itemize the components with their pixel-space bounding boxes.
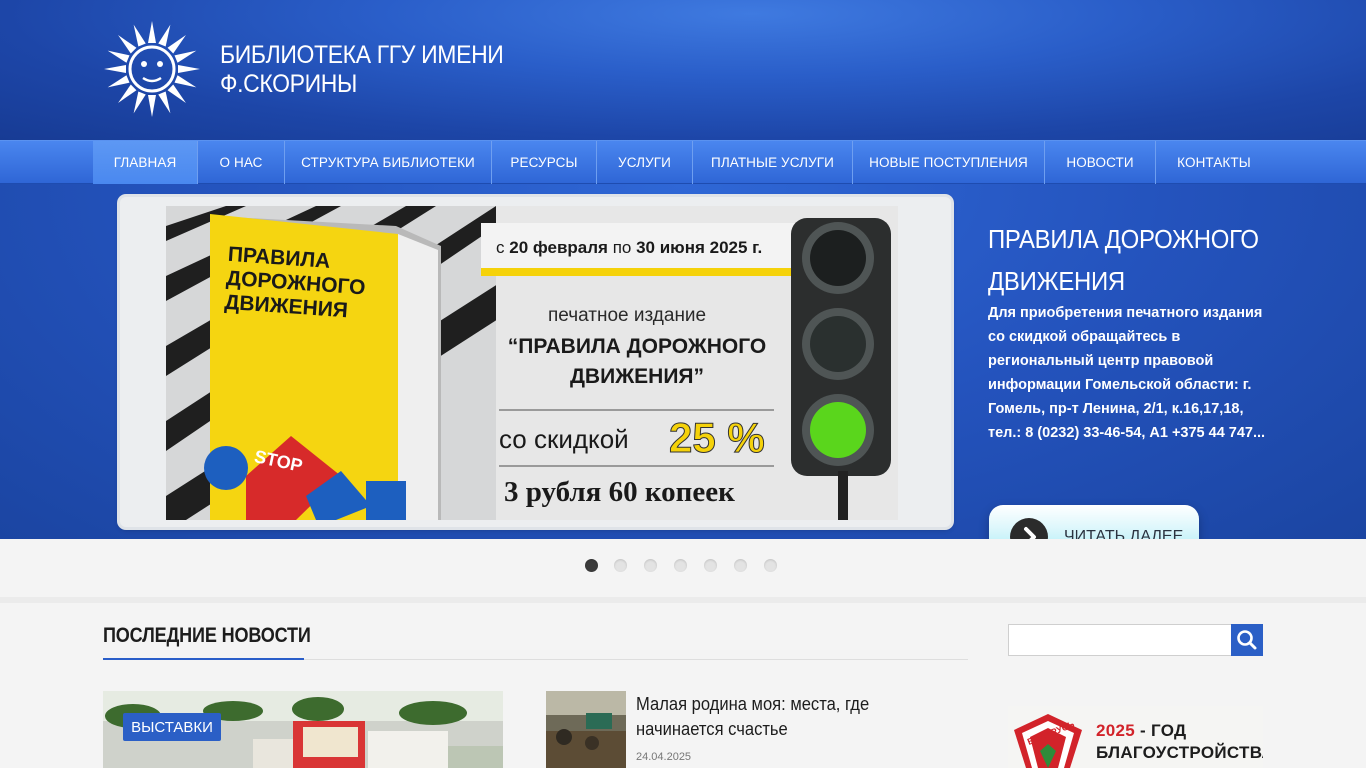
banner-line1-rest: - ГОД <box>1135 721 1187 740</box>
date-to: 30 июня <box>636 238 705 257</box>
edition-title-1: “ПРАВИЛА ДОРОЖНОГО <box>507 335 767 358</box>
banner-year: 2025 <box>1096 721 1136 740</box>
date-from: 20 февраля <box>509 238 608 257</box>
date-mid: по <box>607 238 637 257</box>
nav-item-contacts[interactable]: КОНТАКТЫ <box>1156 141 1272 184</box>
feature-text: Для приобретения печатного издания со ск… <box>988 305 1266 441</box>
search-input[interactable] <box>1008 624 1232 656</box>
nav-item-new-arrivals[interactable]: НОВЫЕ ПОСТУПЛЕНИЯ <box>853 141 1045 184</box>
banner-line2: БЛАГОУСТРОЙСТВА <box>1096 743 1263 762</box>
slider-dot-3[interactable] <box>644 559 657 572</box>
slider-dot-4[interactable] <box>674 559 687 572</box>
nav-item-structure[interactable]: СТРУКТУРА БИБЛИОТЕКИ <box>285 141 492 184</box>
site-title-line2: Ф.СКОРИНЫ <box>220 70 358 98</box>
news-heading-underline <box>103 658 304 660</box>
nav-item-services[interactable]: УСЛУГИ <box>597 141 693 184</box>
slide-image[interactable]: ПРАВИЛА ДОРОЖНОГО ДВИЖЕНИЯ STOP с 20 фев… <box>166 206 898 520</box>
nav-item-resources[interactable]: РЕСУРСЫ <box>492 141 597 184</box>
discount-text: со скидкой <box>499 424 629 454</box>
nav-item-paid-services[interactable]: ПЛАТНЫЕ УСЛУГИ <box>693 141 853 184</box>
news-item-thumbnail[interactable] <box>546 691 626 768</box>
slider-dot-1[interactable] <box>585 559 598 572</box>
edition-label: печатное издание <box>548 305 707 326</box>
slider-dot-2[interactable] <box>614 559 627 572</box>
discount-value: 25 % <box>669 414 766 462</box>
search-icon <box>1237 630 1257 650</box>
banner-text: 2025 - ГОД БЛАГОУСТРОЙСТВА <box>1096 720 1263 764</box>
slider-dot-5[interactable] <box>704 559 717 572</box>
date-suffix: 2025 г. <box>704 238 763 257</box>
search-button[interactable] <box>1231 624 1263 656</box>
slider-dot-6[interactable] <box>734 559 747 572</box>
nav-item-news[interactable]: НОВОСТИ <box>1045 141 1156 184</box>
library-logo-sun-icon[interactable] <box>104 18 200 120</box>
section-divider <box>0 597 1366 603</box>
edition-title-2: ДВИЖЕНИЯ” <box>569 365 705 388</box>
news-item-date: 24.04.2025 <box>636 751 692 763</box>
nav-item-home[interactable]: ГЛАВНАЯ <box>93 141 198 184</box>
nav-item-about[interactable]: О НАС <box>198 141 285 184</box>
news-heading: ПОСЛЕДНИЕ НОВОСТИ <box>103 624 311 647</box>
book-title-text: ПРАВИЛА ДОРОЖНОГО ДВИЖЕНИЯ <box>223 242 367 323</box>
slide-dates: с 20 февраля по 30 июня 2025 г. <box>496 238 762 258</box>
banner-line1: 2025 - ГОД <box>1096 720 1263 742</box>
category-badge[interactable]: ВЫСТАВКИ <box>123 713 221 741</box>
site-title[interactable]: БИБЛИОТЕКА ГГУ ИМЕНИ Ф.СКОРИНЫ <box>220 41 514 99</box>
feature-title[interactable]: ПРАВИЛА ДОРОЖНОГО ДВИЖЕНИЯ <box>988 218 1264 302</box>
slider-dot-7[interactable] <box>764 559 777 572</box>
site-header <box>0 0 1366 140</box>
year-banner[interactable]: БЕЛАРУСЬ 2025 - ГОД БЛАГОУСТРОЙСТВА <box>1008 706 1263 768</box>
date-prefix: с <box>496 238 510 257</box>
site-title-line1: БИБЛИОТЕКА ГГУ ИМЕНИ <box>220 41 504 69</box>
price-text: 3 рубля 60 копеек <box>504 476 735 508</box>
news-item-title[interactable]: Малая родина моя: места, где начинается … <box>636 692 949 742</box>
main-nav: ГЛАВНАЯ О НАС СТРУКТУРА БИБЛИОТЕКИ РЕСУР… <box>0 140 1366 184</box>
